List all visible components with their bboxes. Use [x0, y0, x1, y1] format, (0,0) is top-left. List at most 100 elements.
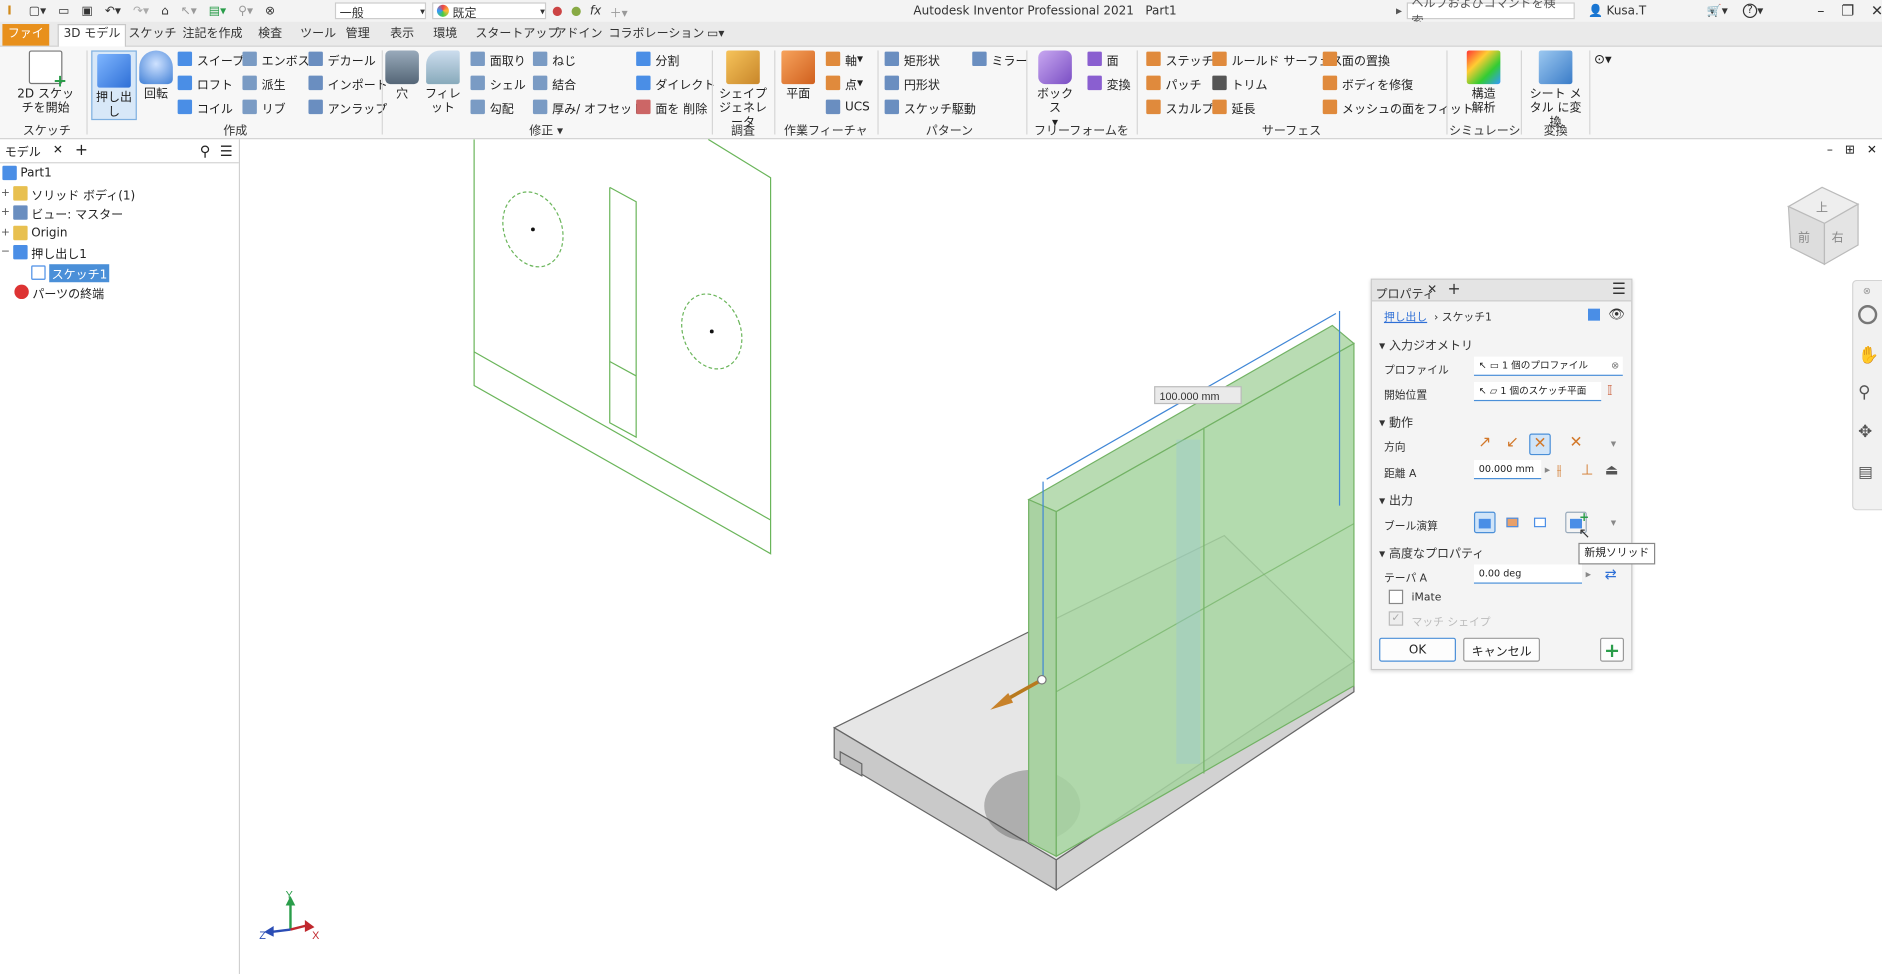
tab-view[interactable]: 表示 [385, 25, 419, 44]
look-at-icon[interactable]: ▤ [1858, 464, 1873, 482]
zoom-icon[interactable]: ⚲ [1858, 383, 1870, 402]
tab-annotate[interactable]: 注記を作成 [178, 25, 248, 44]
revolve-button[interactable]: 回転 [138, 50, 174, 102]
stitch-button[interactable]: ステッチ [1146, 48, 1214, 70]
section-output[interactable]: ▾ 出力 [1379, 490, 1413, 508]
distance-arrow-icon[interactable]: ▸ [1545, 465, 1550, 477]
shape-generator-button[interactable]: シェイプ ジェネレータ [715, 50, 770, 130]
imate-checkbox[interactable] [1388, 589, 1404, 605]
fit-mesh-face-button[interactable]: メッシュの面をフィット [1322, 96, 1474, 118]
browser-menu-icon[interactable]: ☰ [220, 142, 233, 159]
user-menu[interactable]: 👤 Kusa.T ▾ [1588, 2, 1715, 19]
materials-icon[interactable]: ⊗ [265, 4, 275, 17]
panel-menu-icon[interactable]: ☰ [1612, 281, 1626, 299]
home-icon[interactable]: ⌂ [161, 4, 169, 17]
add-browser-tab-icon[interactable]: + [75, 142, 88, 160]
thicken-offset-button[interactable]: 厚み/ オフセット [532, 96, 644, 118]
apply-add-button[interactable]: + [1599, 637, 1625, 662]
taper-flip-icon[interactable]: ⇄ [1605, 566, 1617, 583]
ribbon-more-icon[interactable]: ⊙▾ [1594, 48, 1612, 70]
undo-icon[interactable]: ↶▾ [105, 4, 121, 17]
close-icon[interactable]: ✕ [1871, 2, 1882, 19]
browser-tab-close-icon[interactable]: ✕ [53, 144, 63, 157]
browser-tab-model[interactable]: モデル [5, 142, 41, 160]
taper-a-input[interactable]: 0.00 deg [1473, 564, 1582, 584]
import-button[interactable]: インポート [308, 72, 388, 94]
direct-button[interactable]: ダイレクト [636, 72, 715, 94]
section-advanced-properties[interactable]: ▾ 高度なプロパティ [1379, 543, 1484, 561]
ok-button[interactable]: OK [1379, 637, 1456, 662]
pan-icon[interactable]: ✋ [1858, 346, 1879, 365]
axis-button[interactable]: 軸 ▾ [825, 48, 863, 70]
panel-tab-properties[interactable]: プロパティ [1376, 283, 1435, 301]
draft-button[interactable]: 勾配 [470, 96, 514, 118]
ucs-button[interactable]: UCS [825, 96, 870, 118]
unwrap-button[interactable]: アンラップ [308, 96, 387, 118]
open-icon[interactable]: ▭ [58, 4, 69, 17]
adjust-appearance-icon[interactable]: ● [571, 4, 581, 17]
boolean-cut-button[interactable] [1502, 512, 1524, 534]
profile-selector[interactable]: ↖ ▭ 1 個のプロファイル ⊗ [1473, 356, 1623, 376]
viewport-restore-icon[interactable]: ⊞ [1845, 144, 1855, 157]
mirror-button[interactable]: ミラー [972, 48, 1027, 70]
circular-pattern-button[interactable]: 円形状 [884, 72, 940, 94]
dimension-value[interactable]: 100.000 mm [1159, 391, 1219, 403]
navbar-close-icon[interactable]: ⊗ [1863, 286, 1871, 297]
tree-item-part1[interactable]: Part1 [0, 163, 52, 182]
tree-item-extrusion1[interactable]: − 押し出し1 [0, 243, 87, 262]
select-icon[interactable]: ↖▾ [181, 4, 197, 17]
extrusion-preview[interactable] [1027, 324, 1355, 858]
visibility-eye-icon[interactable]: 👁 [1608, 306, 1625, 322]
viewcube-top-label[interactable]: 上 [1816, 200, 1828, 214]
taper-arrow-icon[interactable]: ▸ [1586, 569, 1591, 581]
minimize-icon[interactable]: – [1817, 2, 1824, 19]
freeform-box-button[interactable]: ボックス ▾ [1032, 50, 1078, 130]
section-input-geometry[interactable]: ▾ 入力ジオメトリ [1379, 335, 1473, 353]
delete-face-button[interactable]: 面を 削除 [636, 96, 707, 118]
panel-add-tab-icon[interactable]: + [1448, 281, 1461, 299]
chamfer-button[interactable]: 面取り [470, 48, 526, 70]
tab-3d-model[interactable]: 3D モデル [57, 24, 127, 47]
repair-bodies-button[interactable]: ボディを修復 [1322, 72, 1413, 94]
group-label-modify[interactable]: 修正 ▾ [386, 120, 705, 138]
viewcube-right-label[interactable]: 右 [1832, 229, 1844, 244]
distance-a-input[interactable]: 00.000 mm [1473, 459, 1542, 480]
freeform-convert-button[interactable]: 変換 [1087, 72, 1131, 94]
tab-file[interactable]: ファイル [2, 24, 50, 62]
tree-item-view-master[interactable]: + ビュー: マスター [0, 203, 123, 222]
viewcube-front-label[interactable]: 前 [1798, 229, 1810, 244]
emboss-button[interactable]: エンボス [242, 48, 310, 70]
boolean-intersect-button[interactable] [1529, 512, 1551, 534]
restore-icon[interactable]: ❐ [1841, 2, 1854, 19]
split-button[interactable]: 分割 [636, 48, 679, 70]
update-icon[interactable]: ▤▾ [209, 4, 226, 17]
sculpt-button[interactable]: スカルプ [1146, 96, 1214, 118]
cancel-button[interactable]: キャンセル [1463, 637, 1540, 662]
convert-sheet-metal-button[interactable]: シート メタル に変換 [1524, 50, 1586, 130]
body-icon[interactable] [1587, 308, 1600, 321]
breadcrumb-link-extrude[interactable]: 押し出し [1384, 312, 1427, 324]
stress-analysis-button[interactable]: 構造 解析 [1452, 50, 1514, 116]
redo-icon[interactable]: ↷▾ [133, 4, 149, 17]
rectangular-pattern-button[interactable]: 矩形状 [884, 48, 940, 70]
save-icon[interactable]: ▣ [82, 4, 93, 17]
direction-asymmetric-button[interactable]: ✕ [1565, 434, 1587, 456]
start-2d-sketch-button[interactable]: + 2D スケッチを開始 [10, 50, 82, 116]
hole-button[interactable]: 穴 [385, 50, 419, 102]
sketch-profile[interactable] [473, 139, 772, 555]
viewport-minimize-icon[interactable]: – [1827, 144, 1833, 157]
help-search-input[interactable]: ヘルプおよびコマンドを検索... [1406, 0, 1575, 29]
boolean-dropdown-icon[interactable]: ▾ [1611, 518, 1616, 530]
steering-wheel-icon[interactable] [1858, 305, 1878, 325]
tree-item-end-of-part[interactable]: パーツの終端 [12, 282, 104, 301]
plus-icon[interactable]: ＋▾ [610, 2, 628, 20]
view-cube[interactable]: 上 前 右 [1787, 186, 1860, 266]
start-selector[interactable]: ↖ ▱ 1 個のスケッチ平面 [1473, 381, 1602, 402]
fillet-button[interactable]: フィレット [421, 50, 464, 116]
tree-item-sketch1[interactable]: スケッチ1 [29, 263, 110, 282]
match-shape-checkbox[interactable]: ✓ [1388, 611, 1404, 626]
tab-addins[interactable]: アドイン [550, 25, 608, 44]
thread-button[interactable]: ねじ [532, 48, 576, 70]
combine-button[interactable]: 結合 [532, 72, 576, 94]
tab-environments[interactable]: 環境 [429, 25, 463, 44]
